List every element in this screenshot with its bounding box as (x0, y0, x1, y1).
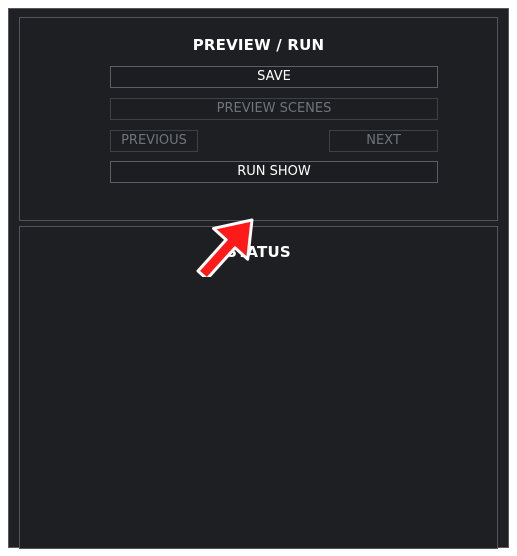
status-panel: STATUS (19, 226, 498, 549)
preview-scenes-button[interactable]: PREVIEW SCENES (110, 98, 438, 120)
preview-run-panel: PREVIEW / RUN SAVE PREVIEW SCENES PREVIO… (19, 17, 498, 221)
save-button[interactable]: SAVE (110, 66, 438, 88)
next-button[interactable]: NEXT (329, 130, 438, 152)
run-show-button[interactable]: RUN SHOW (110, 161, 438, 183)
app-window: PREVIEW / RUN SAVE PREVIEW SCENES PREVIO… (8, 8, 509, 549)
preview-run-title: PREVIEW / RUN (192, 36, 325, 54)
status-title: STATUS (226, 243, 291, 261)
previous-button[interactable]: PREVIOUS (110, 130, 198, 152)
